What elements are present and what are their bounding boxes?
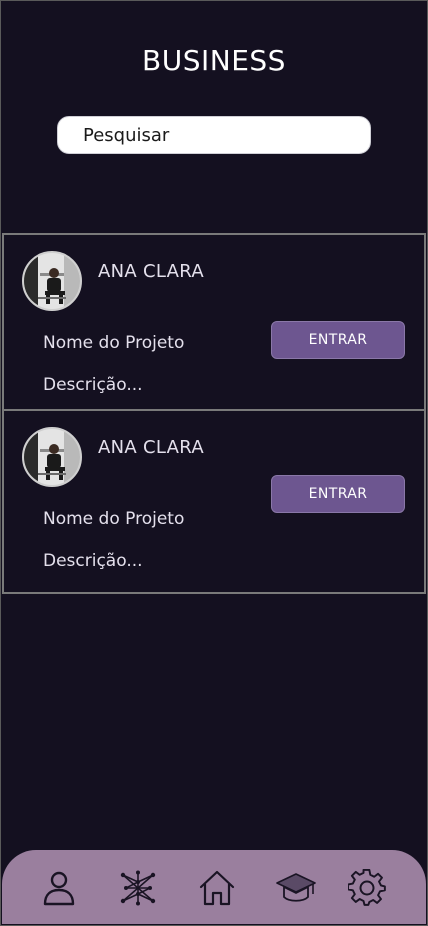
gear-icon <box>348 869 386 906</box>
bottom-nav <box>2 850 426 924</box>
nav-education[interactable] <box>274 866 318 910</box>
network-icon <box>120 870 156 906</box>
project-description: Descrição... <box>43 375 143 395</box>
nav-network[interactable] <box>116 866 160 910</box>
project-description: Descrição... <box>43 551 143 571</box>
user-icon <box>43 871 75 906</box>
nav-settings[interactable] <box>345 866 389 910</box>
nav-profile[interactable] <box>37 866 81 910</box>
author-name: ANA CLARA <box>98 261 204 282</box>
avatar[interactable] <box>22 427 82 487</box>
author-name: ANA CLARA <box>98 437 204 458</box>
project-name: Nome do Projeto <box>43 333 185 353</box>
home-icon <box>199 870 235 906</box>
project-name: Nome do Projeto <box>43 509 185 529</box>
avatar[interactable] <box>22 251 82 311</box>
graduation-cap-icon <box>276 873 316 902</box>
enter-button[interactable]: ENTRAR <box>271 475 405 513</box>
project-card: ANA CLARA Nome do Projeto Descrição... E… <box>2 409 426 594</box>
enter-button[interactable]: ENTRAR <box>271 321 405 359</box>
nav-home[interactable] <box>195 866 239 910</box>
page-title: BUSINESS <box>142 44 286 77</box>
project-card: ANA CLARA Nome do Projeto Descrição... E… <box>2 233 426 411</box>
search-bar[interactable] <box>57 116 371 154</box>
search-input[interactable] <box>58 117 370 153</box>
